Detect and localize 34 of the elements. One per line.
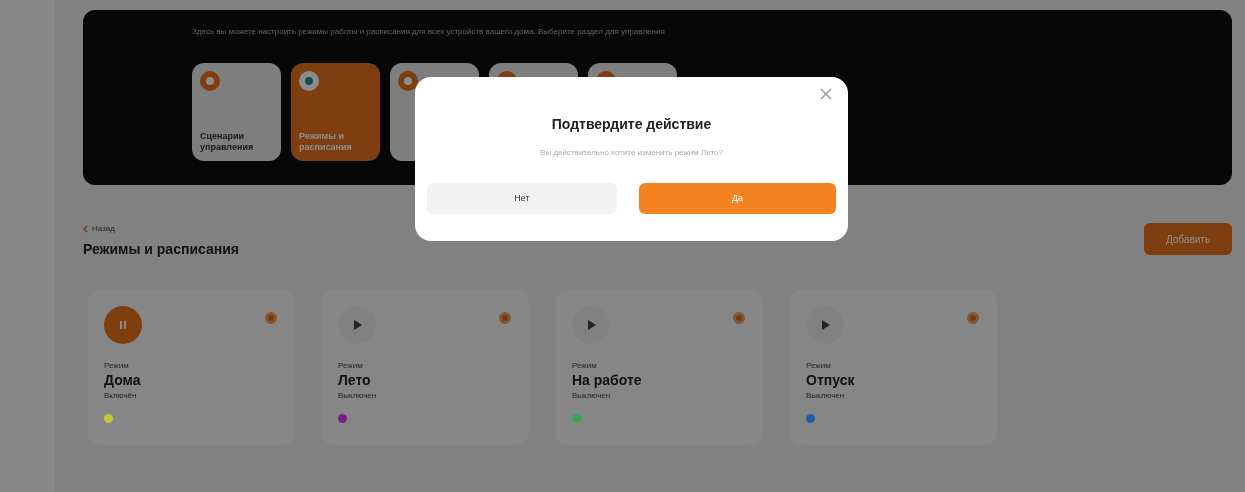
play-icon[interactable] [338,306,376,344]
page-title: Режимы и расписания [83,240,239,259]
dialog-title: Подтвердите действие [551,115,712,134]
mode-caption: Режим [806,360,832,372]
tile-label: Сценарии управления [200,131,255,153]
mode-caption: Режим [572,360,598,372]
tile-icon [299,71,319,91]
mode-card[interactable]: Режим Лето Выключен [322,290,529,445]
play-icon[interactable] [806,306,844,344]
pause-icon[interactable] [104,306,142,344]
mode-card[interactable]: Режим Дома Включён [88,290,295,445]
mode-caption: Режим [338,360,364,372]
tile-label: Режимы и расписания [299,131,353,153]
section-tile[interactable]: Сценарии управления [192,63,281,161]
mode-status: Включён [104,389,138,402]
back-link[interactable]: Назад [92,223,115,235]
banner-text: Здесь вы можете настроить режимы работы и расписания для всех устройств вашего дома. Выберите раздел для управления [192,26,666,38]
mode-status: Выключен [338,389,378,402]
mode-card[interactable]: Режим На работе Выключен [556,290,763,445]
mode-name: На работе [572,372,643,390]
mode-name: Отпуск [806,372,856,390]
play-icon[interactable] [572,306,610,344]
cancel-button[interactable]: Нет [427,183,617,214]
confirm-button[interactable]: Да [639,183,836,214]
mode-card[interactable]: Режим Отпуск Выключен [790,290,997,445]
mode-status: Выключен [806,389,846,402]
tile-icon [200,71,220,91]
dialog-message: Вы действительно хотите изменить режим Лето? [540,147,723,159]
chevron-left-icon[interactable] [83,225,88,233]
mode-caption: Режим [104,360,130,372]
mode-status: Выключен [572,389,612,402]
close-icon[interactable] [820,87,834,101]
mode-name: Лето [338,372,372,390]
mode-name: Дома [104,372,142,390]
